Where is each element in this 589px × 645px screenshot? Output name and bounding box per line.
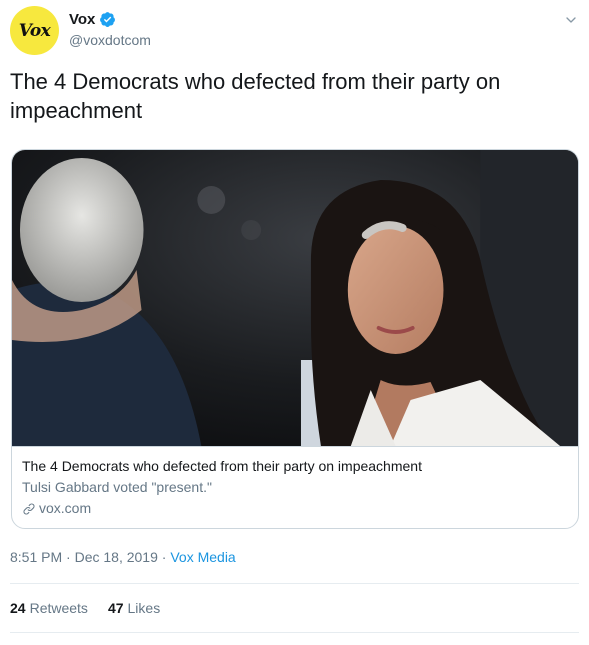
card-domain[interactable]: vox.com: [39, 499, 91, 518]
retweets-count: 24: [10, 600, 26, 616]
retweets-label: Retweets: [29, 600, 88, 616]
display-name-row: Vox: [69, 11, 151, 28]
divider: [10, 632, 579, 633]
likes-count: 47: [107, 600, 124, 616]
account-handle[interactable]: @voxdotcom: [69, 32, 151, 48]
tweet-text: The 4 Democrats who defected from their …: [10, 69, 501, 123]
card-title[interactable]: The 4 Democrats who defected from their …: [22, 457, 568, 476]
tweet-meta: 8:51 PM · Dec 18, 2019 · Vox Media: [10, 549, 236, 565]
tweet-stats: 24 Retweets 47 Likes: [10, 600, 160, 616]
tweet-date[interactable]: Dec 18, 2019: [75, 549, 158, 565]
link-icon: [23, 503, 35, 514]
link-card[interactable]: The 4 Democrats who defected from their …: [11, 149, 579, 529]
card-body[interactable]: The 4 Democrats who defected from their …: [12, 446, 578, 528]
avatar-logo-text: Vox: [18, 20, 51, 41]
tweet-time[interactable]: 8:51 PM: [10, 549, 62, 565]
verified-badge-icon: [100, 12, 116, 27]
likes-stat[interactable]: 47 Likes: [108, 600, 160, 616]
card-description: Tulsi Gabbard voted "present.": [22, 479, 212, 495]
meta-separator-2: ·: [161, 549, 167, 565]
display-name[interactable]: Vox: [69, 11, 95, 28]
meta-separator: ·: [66, 549, 71, 565]
avatar[interactable]: Vox: [10, 6, 59, 55]
likes-label: Likes: [127, 600, 161, 616]
tweet-header: Vox Vox @voxdotcom: [10, 6, 579, 56]
chevron-down-icon[interactable]: [563, 12, 579, 28]
card-domain-row[interactable]: vox.com: [22, 499, 568, 518]
retweets-stat[interactable]: 24 Retweets: [10, 600, 88, 616]
account-names: Vox @voxdotcom: [69, 11, 151, 48]
card-image[interactable]: [12, 150, 578, 446]
tweet-source-link[interactable]: Vox Media: [170, 549, 235, 565]
divider: [10, 583, 579, 584]
